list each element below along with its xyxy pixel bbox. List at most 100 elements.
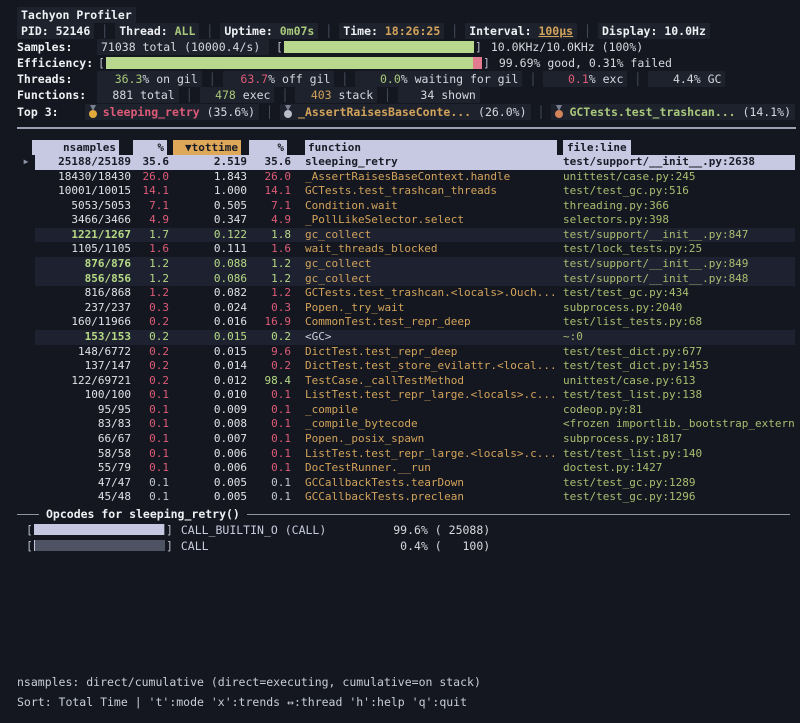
tottime-cell: 0.082 <box>169 286 247 301</box>
keybindings-hint: Sort: Total Time | 't':mode 'x':trends ↔… <box>17 692 481 712</box>
pct-direct-cell: 0.1 <box>131 403 169 418</box>
function-cell: DictTest.test_store_evilattr.<local... <box>305 359 563 374</box>
table-row[interactable]: 1221/12671.70.1221.8gc_collecttest/suppo… <box>17 228 795 243</box>
table-row[interactable]: 100/1000.10.0100.1ListTest.test_repr_lar… <box>17 388 795 403</box>
pct-cumulative-cell: 0.1 <box>247 476 291 491</box>
table-row[interactable]: 47/470.10.0050.1GCCallbackTests.tearDown… <box>17 476 795 491</box>
file-line-cell: test/support/__init__.py:2638 <box>563 155 795 170</box>
table-row[interactable]: 83/830.10.0080.1_compile_bytecode<frozen… <box>17 417 795 432</box>
nsamples-cell: 1105/1105 <box>35 242 131 257</box>
interval-field[interactable]: Interval: 100µs <box>465 23 577 39</box>
table-row[interactable]: ▶25188/2518935.62.51935.6sleeping_retryt… <box>17 155 795 170</box>
tottime-cell: 0.006 <box>169 461 247 476</box>
app-title: Tachyon Profiler <box>17 7 136 23</box>
pct-direct-cell: 35.6 <box>131 155 169 170</box>
thread-label: Thread: <box>119 24 167 38</box>
table-row[interactable]: 122/697210.20.01298.4TestCase._callTestM… <box>17 374 795 389</box>
table-row[interactable]: 876/8761.20.0881.2gc_collecttest/support… <box>17 257 795 272</box>
row-gutter <box>17 345 35 360</box>
top-function-1: sleeping_retry (35.6%) <box>85 104 259 120</box>
function-stat-unit: shown <box>434 88 476 102</box>
tottime-cell: 0.111 <box>169 242 247 257</box>
table-row[interactable]: 5053/50537.10.5057.1Condition.waitthread… <box>17 199 795 214</box>
column-header-nsamples[interactable]: nsamples <box>32 140 119 155</box>
pct-direct-cell: 0.1 <box>131 388 169 403</box>
nsamples-cell: 1221/1267 <box>35 228 131 243</box>
opcode-bar <box>34 524 165 535</box>
column-header-pct-cumulative[interactable]: % <box>249 140 287 155</box>
tottime-cell: 0.016 <box>169 315 247 330</box>
table-row[interactable]: 95/950.10.0090.1_compilecodeop.py:81 <box>17 403 795 418</box>
pct-direct-cell: 4.9 <box>131 213 169 228</box>
function-cell: CommonTest.test_repr_deep <box>305 315 563 330</box>
table-row[interactable]: 1105/11051.60.1111.6wait_threads_blocked… <box>17 242 795 257</box>
table-row[interactable]: 58/580.10.0060.1ListTest.test_repr_large… <box>17 447 795 462</box>
thread-stat: 63.7% off gil <box>223 71 335 87</box>
function-cell: GCCallbackTests.preclean <box>305 490 563 505</box>
function-cell: GCTests.test_trashcan_threads <box>305 184 563 199</box>
row-gutter <box>17 374 35 389</box>
display-value: 10.0Hz <box>664 24 706 38</box>
table-row[interactable]: 10001/1001514.11.00014.1GCTests.test_tra… <box>17 184 795 199</box>
row-gutter <box>17 242 35 257</box>
file-line-cell: test/support/__init__.py:849 <box>563 257 795 272</box>
thread-field[interactable]: Thread: ALL <box>115 23 199 39</box>
tottime-cell: 0.505 <box>169 199 247 214</box>
efficiency-good-fill <box>106 57 473 69</box>
pid-field: PID: 52146 <box>17 23 94 39</box>
tottime-cell: 0.005 <box>169 490 247 505</box>
file-line-cell: test/support/__init__.py:848 <box>563 272 795 287</box>
pct-direct-cell: 26.0 <box>131 170 169 185</box>
silver-medal-icon <box>284 105 293 118</box>
nsamples-cell: 10001/10015 <box>35 184 131 199</box>
threads-row: Threads: 36.3% on gil│63.7% off gil│0.0%… <box>17 71 795 87</box>
bracket-close: ] <box>166 539 173 553</box>
pct-cumulative-cell: 98.4 <box>247 374 291 389</box>
function-stat: 881 total <box>97 87 179 103</box>
top-function-3: GCTests.test_trashcan... (14.1%) <box>551 104 795 120</box>
table-row[interactable]: 160/119660.20.01616.9CommonTest.test_rep… <box>17 315 795 330</box>
table-row[interactable]: 237/2370.30.0240.3Popen._try_waitsubproc… <box>17 301 795 316</box>
table-row[interactable]: 66/670.10.0070.1Popen._posix_spawnsubpro… <box>17 432 795 447</box>
column-header-file-line[interactable]: file:line <box>563 140 631 155</box>
tottime-cell: 0.009 <box>169 403 247 418</box>
opcode-bar-fill <box>34 540 35 551</box>
row-gutter <box>17 301 35 316</box>
table-row[interactable]: 137/1470.20.0140.2DictTest.test_store_ev… <box>17 359 795 374</box>
time-label: Time: <box>343 24 378 38</box>
row-gutter <box>17 330 35 345</box>
efficiency-row: Efficiency: [ ] 99.69% good, 0.31% faile… <box>17 55 795 71</box>
nsamples-cell: 237/237 <box>35 301 131 316</box>
pct-cumulative-cell: 0.2 <box>247 330 291 345</box>
tottime-cell: 1.000 <box>169 184 247 199</box>
table-row[interactable]: 18430/1843026.01.84326.0_AssertRaisesBas… <box>17 170 795 185</box>
function-cell: gc_collect <box>305 228 563 243</box>
thread-stat: 0.0% waiting for gil <box>355 71 522 87</box>
function-cell: DocTestRunner.__run <box>305 461 563 476</box>
tottime-cell: 0.015 <box>169 345 247 360</box>
table-row[interactable]: 856/8561.20.0861.2gc_collecttest/support… <box>17 272 795 287</box>
pct-direct-cell: 0.1 <box>131 461 169 476</box>
file-line-cell: unittest/case.py:613 <box>563 374 795 389</box>
column-header-function[interactable]: function <box>305 140 557 155</box>
function-cell: _PollLikeSelector.select <box>305 213 563 228</box>
separator: │ <box>451 24 458 38</box>
function-stat: 478 exec <box>200 87 275 103</box>
file-line-cell: test/test_list.py:138 <box>563 388 795 403</box>
nsamples-cell: 45/48 <box>35 490 131 505</box>
tottime-cell: 0.006 <box>169 447 247 462</box>
tottime-cell: 2.519 <box>169 155 247 170</box>
table-row[interactable]: 45/480.10.0050.1GCCallbackTests.preclean… <box>17 490 795 505</box>
column-header-pct-direct[interactable]: % <box>133 140 167 155</box>
file-line-cell: test/test_dict.py:677 <box>563 345 795 360</box>
function-stat-value: 34 <box>402 88 434 102</box>
table-row[interactable]: 153/1530.20.0150.2<GC>~:0 <box>17 330 795 345</box>
table-row[interactable]: 148/67720.20.0159.6DictTest.test_repr_de… <box>17 345 795 360</box>
column-header-tottime-sorted[interactable]: ▼tottime <box>173 140 241 155</box>
uptime-value: 0m07s <box>280 24 315 38</box>
thread-value: ALL <box>175 24 196 38</box>
table-row[interactable]: 816/8681.20.0821.2GCTests.test_trashcan.… <box>17 286 795 301</box>
table-row[interactable]: 3466/34664.90.3474.9_PollLikeSelector.se… <box>17 213 795 228</box>
table-row[interactable]: 55/790.10.0060.1DocTestRunner.__rundocte… <box>17 461 795 476</box>
nsamples-cell: 816/868 <box>35 286 131 301</box>
